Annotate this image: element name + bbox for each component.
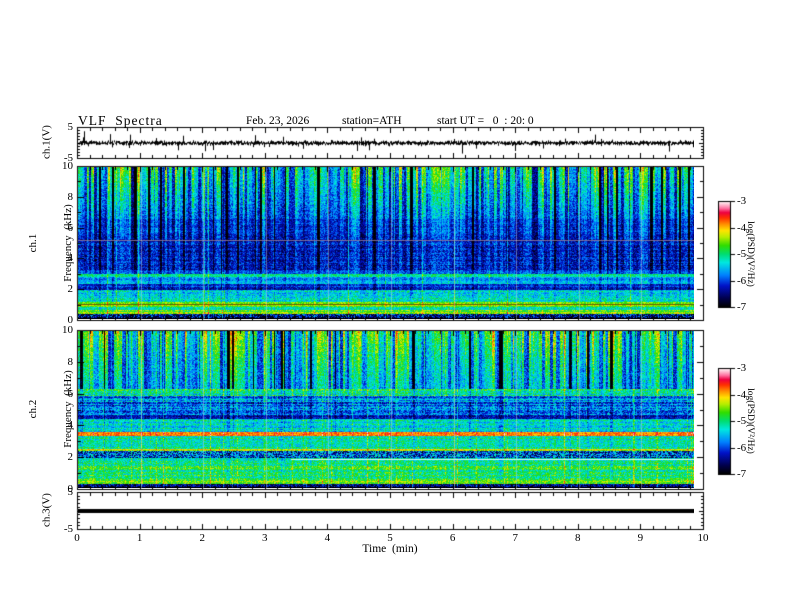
vlf-spectra-figure: VLF Spectra Feb. 23, 2026 station=ATH st…	[0, 0, 792, 612]
time-axis-label: Time (min)	[362, 543, 418, 555]
axes-frame-canvas	[0, 0, 792, 612]
start-ut-label: start UT = 0 : 20: 0	[437, 115, 534, 127]
tick-label: -3	[737, 195, 747, 207]
tick-label: 0	[74, 532, 80, 544]
tick-label: 10	[697, 532, 709, 544]
tick-label: 4	[67, 252, 74, 265]
tick-label: 5	[67, 121, 74, 133]
tick-label: -6	[737, 274, 747, 287]
tick-label: 10	[62, 160, 73, 172]
tick-label: 3	[262, 532, 268, 544]
colorbar2-label: log(PSD)(V²/Hz)	[745, 388, 755, 454]
ch1-voltage-axis-label: ch.1(V)	[40, 125, 53, 159]
ch2-frequency-axis-label: ch.2 Frequency (kHz)	[5, 370, 97, 448]
colorbar1-label: log(PSD)(V²/Hz)	[745, 221, 755, 287]
tick-label: 4	[324, 532, 331, 544]
ch1-frequency-axis-label: ch.1 Frequency (kHz)	[5, 204, 97, 282]
tick-label: 2	[67, 451, 74, 464]
ch1-frequency-axis-line2: Frequency (kHz)	[61, 204, 74, 282]
tick-label: -7	[737, 468, 747, 480]
tick-label: 5	[387, 532, 393, 544]
tick-label: 8	[67, 355, 74, 368]
tick-label: 9	[637, 532, 644, 544]
station-label: station=ATH	[342, 115, 402, 127]
tick-label: 1	[136, 532, 143, 544]
tick-label: 6	[67, 221, 74, 234]
tick-label: -5	[737, 415, 747, 427]
tick-label: 4	[67, 419, 74, 432]
ch3-voltage-axis-label: ch.3(V)	[40, 493, 53, 527]
tick-label: 8	[575, 532, 581, 544]
ch2-frequency-axis-line1: ch.2	[27, 399, 39, 419]
tick-label: -4	[737, 388, 747, 401]
tick-label: 0	[67, 483, 74, 495]
tick-label: 2	[67, 283, 74, 296]
tick-label: -5	[737, 248, 747, 260]
tick-label: -7	[737, 301, 747, 313]
tick-label: -5	[63, 523, 73, 535]
tick-label: 7	[512, 532, 518, 544]
figure-title: VLF Spectra	[78, 113, 163, 128]
ch2-frequency-axis-line2: Frequency (kHz)	[61, 370, 74, 448]
ch1-frequency-axis-line1: ch.1	[27, 233, 39, 253]
tick-label: 10	[62, 324, 73, 336]
tick-label: 6	[67, 387, 74, 400]
tick-label: 6	[449, 532, 456, 544]
date-label: Feb. 23, 2026	[246, 115, 310, 127]
tick-label: 2	[199, 532, 205, 544]
tick-label: -3	[737, 362, 747, 374]
tick-label: 8	[67, 190, 74, 203]
tick-label: -4	[737, 221, 747, 234]
tick-label: -6	[737, 441, 747, 454]
